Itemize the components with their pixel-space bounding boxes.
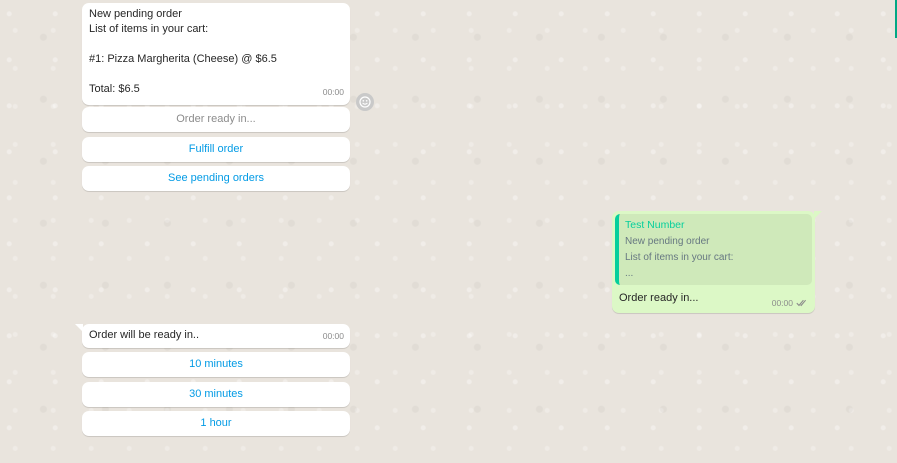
one-hour-button[interactable]: 1 hour xyxy=(82,411,350,436)
double-check-icon xyxy=(796,299,808,307)
emoji-smile-icon xyxy=(359,96,371,108)
bubble-tail xyxy=(75,324,83,332)
outgoing-message-reply: Test Number New pending order List of it… xyxy=(612,211,822,313)
incoming-message-order: New pending order List of items in your … xyxy=(82,3,350,105)
ten-minutes-button[interactable]: 10 minutes xyxy=(82,352,350,377)
message-time: 00:00 xyxy=(322,331,344,341)
quoted-message[interactable]: Test Number New pending order List of it… xyxy=(615,214,812,285)
quoted-text: New pending order List of items in your … xyxy=(625,236,734,279)
order-ready-in-button[interactable]: Order ready in... xyxy=(82,107,350,132)
see-pending-orders-button[interactable]: See pending orders xyxy=(82,166,350,191)
thirty-minutes-button[interactable]: 30 minutes xyxy=(82,382,350,407)
incoming-message-ready-time: Order will be ready in.. 00:00 xyxy=(75,324,350,348)
message-meta: 00:00 xyxy=(772,298,808,308)
fulfill-order-button[interactable]: Fulfill order xyxy=(82,137,350,162)
emoji-react-button[interactable] xyxy=(356,93,374,111)
quoted-author: Test Number xyxy=(625,219,685,231)
bubble-tail xyxy=(814,211,822,219)
message-time: 00:00 xyxy=(771,298,793,308)
message-time: 00:00 xyxy=(322,87,344,97)
message-text: New pending order List of items in your … xyxy=(89,8,277,95)
message-text: Order will be ready in.. xyxy=(89,329,200,341)
